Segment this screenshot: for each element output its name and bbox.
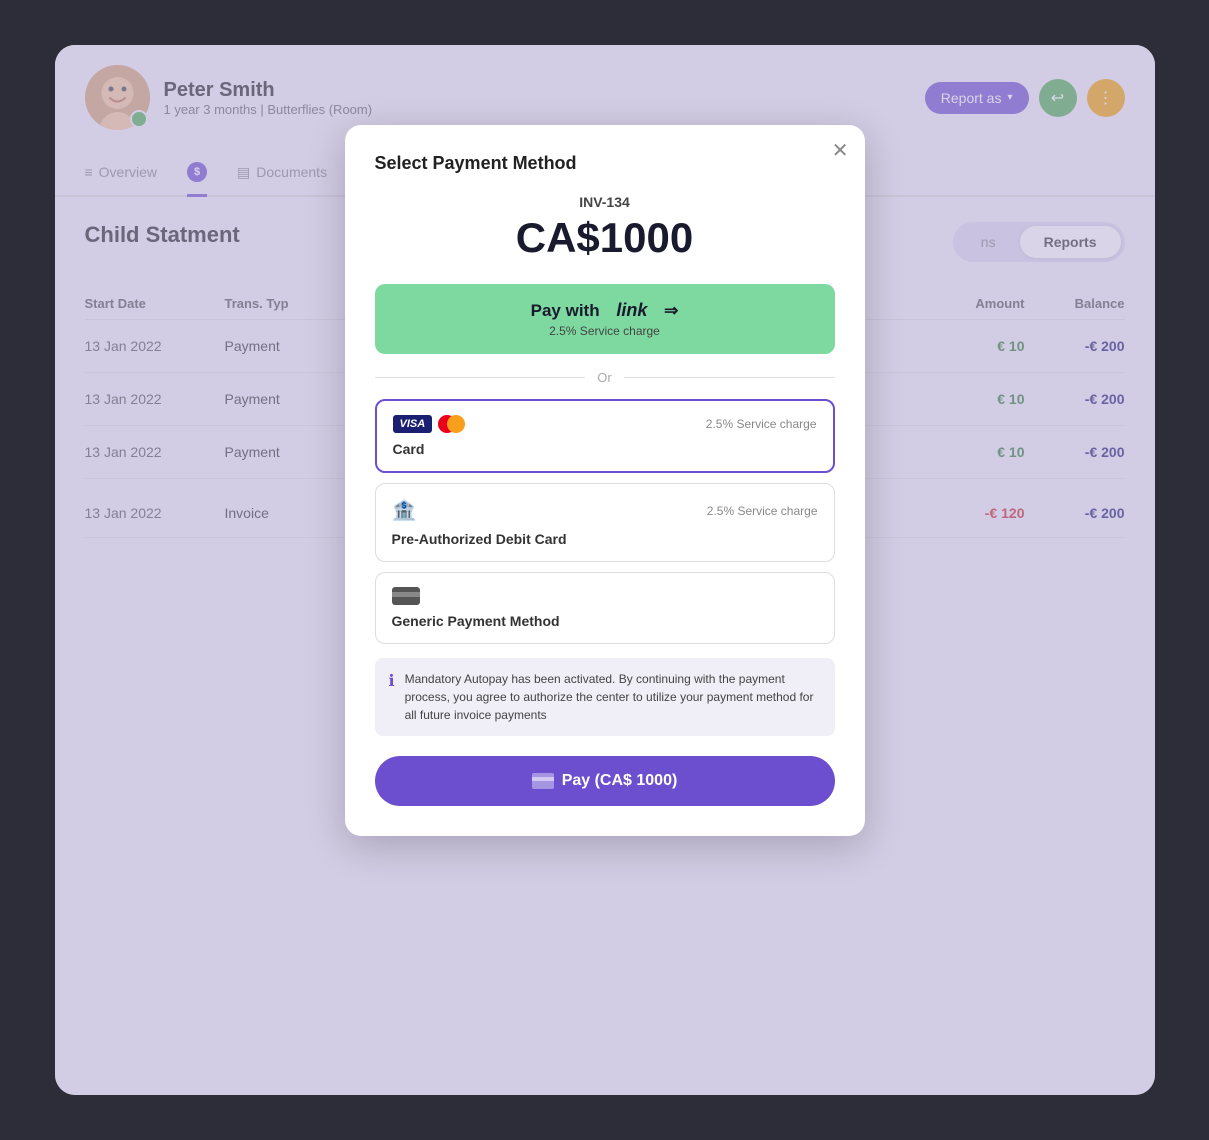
pay-with-link-button[interactable]: Pay with link ⇒ 2.5% Service charge xyxy=(375,284,835,354)
generic-option-top xyxy=(392,587,818,605)
generic-label: Generic Payment Method xyxy=(392,613,818,629)
card-option-top: VISA 2.5% Service charge xyxy=(393,415,817,433)
info-icon: ℹ xyxy=(389,671,395,691)
mc-right xyxy=(447,415,465,433)
debit-option-top: 🏦 2.5% Service charge xyxy=(392,498,818,523)
bank-icon: 🏦 xyxy=(392,498,417,523)
debit-service-charge: 2.5% Service charge xyxy=(707,504,818,518)
pay-link-service-charge: 2.5% Service charge xyxy=(391,324,819,338)
payment-modal: Select Payment Method ✕ INV-134 CA$1000 … xyxy=(345,125,865,836)
invoice-amount: CA$1000 xyxy=(375,214,835,262)
app-frame: Peter Smith 1 year 3 months | Butterflie… xyxy=(55,45,1155,1095)
or-divider: Or xyxy=(375,370,835,385)
mastercard-logo xyxy=(438,415,465,433)
modal-overlay: Select Payment Method ✕ INV-134 CA$1000 … xyxy=(55,45,1155,1095)
debit-label: Pre-Authorized Debit Card xyxy=(392,531,818,547)
pay-button[interactable]: Pay (CA$ 1000) xyxy=(375,756,835,806)
modal-title: Select Payment Method xyxy=(375,153,835,174)
modal-close-button[interactable]: ✕ xyxy=(832,141,849,161)
generic-card-icon xyxy=(392,587,420,605)
payment-option-card[interactable]: VISA 2.5% Service charge Card xyxy=(375,399,835,473)
card-label: Card xyxy=(393,441,817,457)
pay-button-label: Pay (CA$ 1000) xyxy=(562,772,678,790)
visa-logo: VISA xyxy=(393,415,433,433)
payment-option-debit[interactable]: 🏦 2.5% Service charge Pre-Authorized Deb… xyxy=(375,483,835,562)
invoice-ref: INV-134 xyxy=(375,194,835,210)
card-logos: VISA xyxy=(393,415,466,433)
link-brand: link xyxy=(616,300,647,321)
payment-option-generic[interactable]: Generic Payment Method xyxy=(375,572,835,644)
autopay-info-text: Mandatory Autopay has been activated. By… xyxy=(405,670,821,724)
pay-card-icon xyxy=(532,773,554,789)
arrow-icon: ⇒ xyxy=(664,301,678,321)
card-service-charge: 2.5% Service charge xyxy=(706,417,817,431)
pay-link-main-text: Pay with link ⇒ xyxy=(391,300,819,321)
autopay-info-box: ℹ Mandatory Autopay has been activated. … xyxy=(375,658,835,736)
